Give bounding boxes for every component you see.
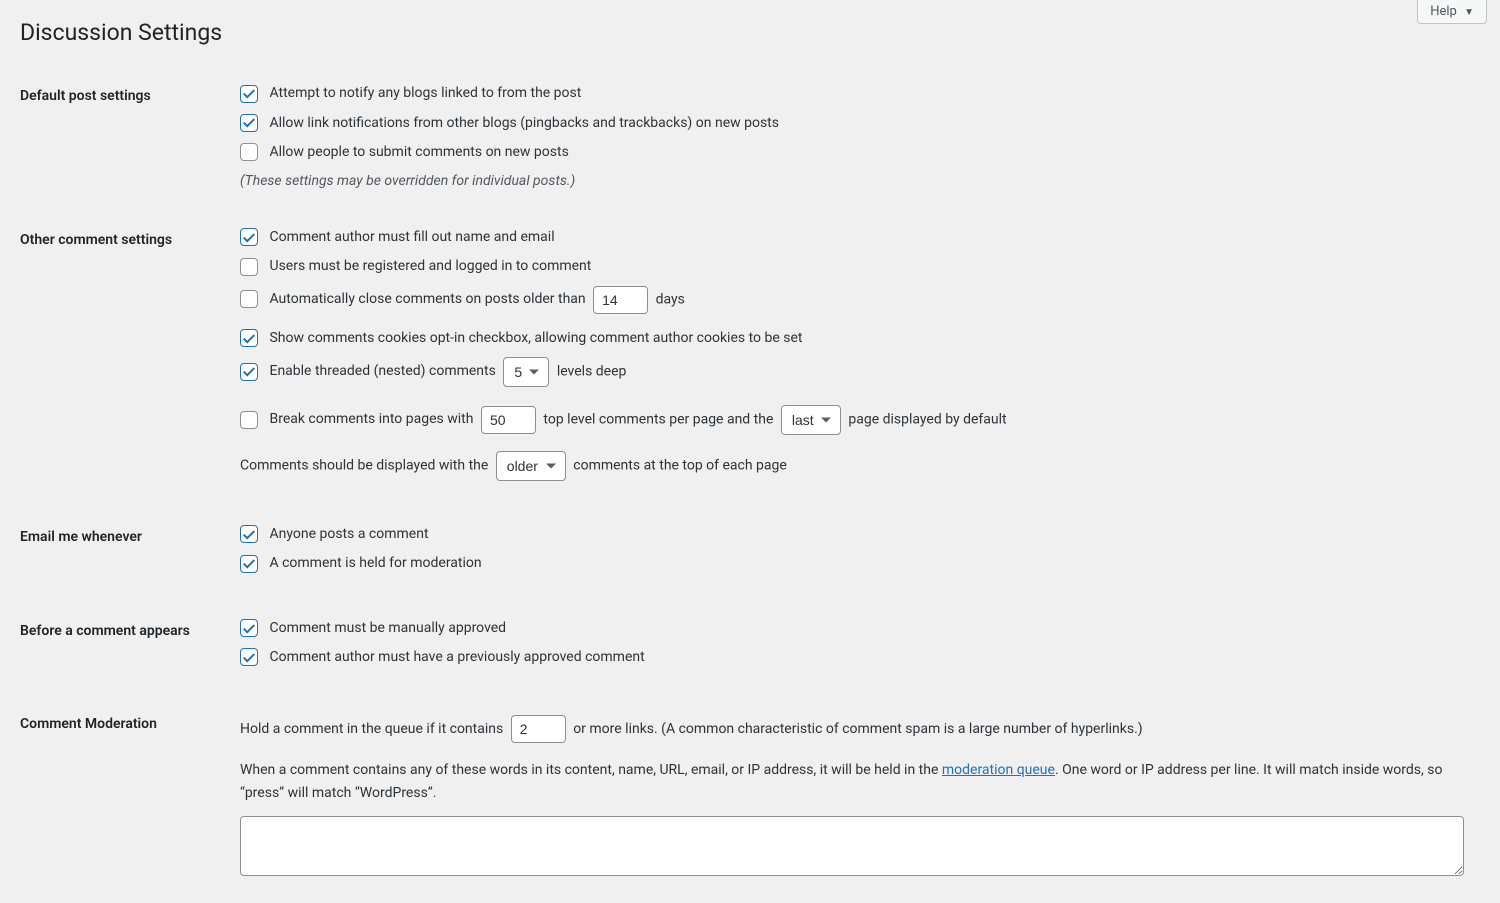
default-post-note: (These settings may be overridden for in…	[240, 171, 1470, 192]
checkbox-notify-blogs[interactable]	[240, 85, 258, 103]
checkbox-manual-approve[interactable]	[240, 619, 258, 637]
section-email-me: Email me whenever Anyone posts a comment…	[20, 509, 1480, 603]
text-order-suffix: comments at the top of each page	[573, 457, 787, 473]
text-order-prefix: Comments should be displayed with the	[240, 457, 488, 473]
text-pagination-mid: top level comments per page and the	[543, 411, 773, 427]
label-require-registration[interactable]: Users must be registered and logged in t…	[240, 258, 591, 274]
section-default-post: Default post settings Attempt to notify …	[20, 68, 1480, 212]
label-allow-comments[interactable]: Allow people to submit comments on new p…	[240, 144, 569, 160]
link-moderation-queue[interactable]: moderation queue	[942, 762, 1055, 778]
chevron-down-icon: ▼	[1464, 7, 1474, 18]
section-other-comment: Other comment settings Comment author mu…	[20, 212, 1480, 509]
checkbox-allow-pings[interactable]	[240, 114, 258, 132]
label-anyone-posts[interactable]: Anyone posts a comment	[240, 526, 429, 542]
checkbox-require-registration[interactable]	[240, 258, 258, 276]
section-heading: Before a comment appears	[20, 603, 240, 697]
section-heading: Other comment settings	[20, 212, 240, 509]
textarea-moderation-keys[interactable]	[240, 816, 1464, 876]
text-mod-help-pre: When a comment contains any of these wor…	[240, 762, 942, 778]
checkbox-anyone-posts[interactable]	[240, 525, 258, 543]
page-title: Discussion Settings	[20, 10, 1480, 50]
section-before-appears: Before a comment appears Comment must be…	[20, 603, 1480, 697]
select-thread-levels[interactable]: 5	[503, 357, 549, 387]
label-notify-blogs[interactable]: Attempt to notify any blogs linked to fr…	[240, 85, 581, 101]
text-manual-approve: Comment must be manually approved	[269, 620, 506, 636]
text-prev-approved: Comment author must have a previously ap…	[269, 649, 644, 665]
text-threaded-suffix: levels deep	[557, 363, 627, 379]
input-max-links[interactable]	[511, 715, 566, 743]
text-pagination-prefix: Break comments into pages with	[269, 411, 473, 427]
text-held-moderation: A comment is held for moderation	[269, 555, 481, 571]
label-cookies-optin[interactable]: Show comments cookies opt-in checkbox, a…	[240, 330, 802, 346]
text-notify-blogs: Attempt to notify any blogs linked to fr…	[269, 85, 581, 101]
text-cookies-optin: Show comments cookies opt-in checkbox, a…	[269, 330, 802, 346]
select-default-page[interactable]: last	[781, 405, 841, 435]
text-anyone-posts: Anyone posts a comment	[269, 526, 428, 542]
text-allow-comments: Allow people to submit comments on new p…	[269, 144, 568, 160]
section-heading: Comment Moderation	[20, 696, 240, 903]
section-comment-moderation: Comment Moderation Hold a comment in the…	[20, 696, 1480, 903]
label-allow-pings[interactable]: Allow link notifications from other blog…	[240, 115, 779, 131]
checkbox-close-comments[interactable]	[240, 290, 258, 308]
label-require-name-email[interactable]: Comment author must fill out name and em…	[240, 229, 555, 245]
text-mod-links-suffix: or more links. (A common characteristic …	[573, 721, 1142, 737]
checkbox-threaded[interactable]	[240, 363, 258, 381]
label-threaded[interactable]: Enable threaded (nested) comments	[240, 363, 499, 379]
checkbox-prev-approved[interactable]	[240, 648, 258, 666]
checkbox-held-moderation[interactable]	[240, 555, 258, 573]
text-mod-links-prefix: Hold a comment in the queue if it contai…	[240, 721, 503, 737]
input-per-page[interactable]	[481, 406, 536, 434]
select-comment-order[interactable]: older	[496, 451, 566, 481]
checkbox-pagination[interactable]	[240, 411, 258, 429]
label-close-comments[interactable]: Automatically close comments on posts ol…	[240, 291, 589, 307]
text-threaded-prefix: Enable threaded (nested) comments	[269, 363, 495, 379]
text-close-prefix: Automatically close comments on posts ol…	[269, 291, 585, 307]
checkbox-require-name-email[interactable]	[240, 228, 258, 246]
label-pagination[interactable]: Break comments into pages with	[240, 411, 477, 427]
help-label: Help	[1430, 4, 1457, 19]
text-pagination-suffix: page displayed by default	[848, 411, 1006, 427]
checkbox-allow-comments[interactable]	[240, 143, 258, 161]
settings-form-table: Default post settings Attempt to notify …	[20, 68, 1480, 903]
label-manual-approve[interactable]: Comment must be manually approved	[240, 620, 506, 636]
label-held-moderation[interactable]: A comment is held for moderation	[240, 555, 482, 571]
section-heading: Email me whenever	[20, 509, 240, 603]
help-tab[interactable]: Help ▼	[1417, 0, 1487, 24]
label-prev-approved[interactable]: Comment author must have a previously ap…	[240, 649, 645, 665]
input-close-days[interactable]	[593, 286, 648, 314]
text-require-name-email: Comment author must fill out name and em…	[269, 229, 554, 245]
section-heading: Default post settings	[20, 68, 240, 212]
checkbox-cookies-optin[interactable]	[240, 329, 258, 347]
text-allow-pings: Allow link notifications from other blog…	[269, 114, 779, 130]
settings-wrap: Discussion Settings Default post setting…	[0, 0, 1500, 903]
text-require-registration: Users must be registered and logged in t…	[269, 258, 591, 274]
text-close-suffix: days	[656, 291, 685, 307]
